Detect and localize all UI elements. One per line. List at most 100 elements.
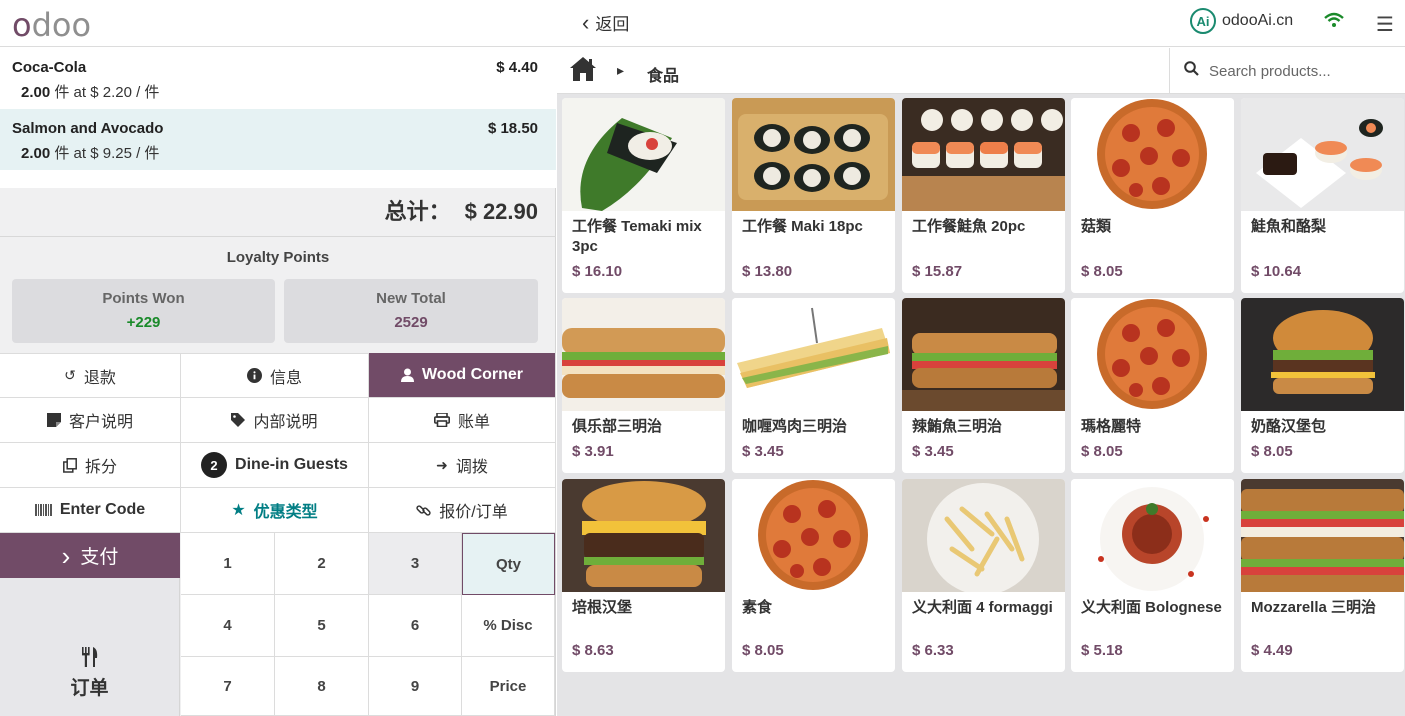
product-card[interactable]: 奶酪汉堡包 $ 8.05 (1241, 298, 1404, 473)
info-label: 信息 (269, 369, 302, 387)
search-input[interactable] (1209, 62, 1389, 80)
product-card[interactable]: 菇類 $ 8.05 (1071, 98, 1234, 293)
orders-button[interactable]: 订单 (0, 578, 180, 716)
numpad-mode-discount[interactable]: % Disc (462, 595, 555, 657)
order-total: 总计： $ 22.90 (0, 188, 556, 236)
transfer-button[interactable]: ➜ 调拨 (369, 443, 556, 488)
numpad-key-4[interactable]: 4 (181, 595, 275, 657)
product-card[interactable]: 瑪格麗特 $ 8.05 (1071, 298, 1234, 473)
product-price: $ 8.63 (572, 642, 614, 659)
info-button[interactable]: 信息 (181, 353, 369, 398)
internal-note-button[interactable]: 内部说明 (181, 398, 369, 443)
product-card[interactable]: 鮭魚和酪梨 $ 10.64 (1241, 98, 1404, 293)
split-button[interactable]: 拆分 (0, 443, 181, 488)
product-price: $ 15.87 (912, 263, 963, 280)
home-icon[interactable] (569, 56, 597, 87)
barcode-icon (34, 504, 52, 516)
orders-label: 订单 (70, 678, 109, 699)
guest-count-badge: 2 (201, 452, 228, 478)
product-card[interactable]: 咖喱鸡肉三明治 $ 3.45 (732, 298, 895, 473)
order-lines: Coca-Cola $ 4.40 2.00 件 at $ 2.20 / 件 Sa… (0, 48, 556, 188)
product-card[interactable]: 辣鮪魚三明治 $ 3.45 (902, 298, 1065, 473)
order-line[interactable]: Coca-Cola $ 4.40 2.00 件 at $ 2.20 / 件 (0, 48, 556, 109)
product-price: $ 8.05 (1081, 443, 1123, 460)
customer-note-button[interactable]: 客户说明 (0, 398, 181, 443)
product-name: 培根汉堡 (572, 599, 633, 616)
note-icon (46, 413, 61, 427)
new-total-label: New Total (376, 290, 446, 307)
numpad-key-5[interactable]: 5 (275, 595, 369, 657)
order-line-qty-value: 2.00 (21, 145, 51, 162)
new-total-box: New Total 2529 (284, 279, 538, 343)
customer-label: Wood Corner (421, 366, 524, 383)
product-image (1241, 298, 1404, 411)
product-image (732, 98, 895, 211)
product-image (562, 298, 725, 411)
product-card[interactable]: 工作餐 Maki 18pc $ 13.80 (732, 98, 895, 293)
product-name: 奶酪汉堡包 (1251, 418, 1327, 435)
customer-button[interactable]: Wood Corner (369, 353, 556, 398)
product-card[interactable]: 义大利面 Bolognese $ 5.18 (1071, 479, 1234, 672)
order-line-selected[interactable]: Salmon and Avocado $ 18.50 2.00 件 at $ 9… (0, 109, 556, 170)
product-name: 工作餐鮭魚 20pc (912, 218, 1026, 235)
numpad-key-9[interactable]: 9 (369, 657, 462, 716)
chevron-right-icon: › (61, 540, 71, 571)
product-card[interactable]: 义大利面 4 formaggi $ 6.33 (902, 479, 1065, 672)
promo-button[interactable]: ★ 优惠类型 (181, 488, 369, 533)
info-icon (246, 368, 262, 383)
product-card[interactable]: 培根汉堡 $ 8.63 (562, 479, 725, 672)
product-card[interactable]: Mozzarella 三明治 $ 4.49 (1241, 479, 1404, 672)
guests-label: Dine-in Guests (235, 456, 348, 473)
order-line-unit-text: 件 at $ 2.20 / 件 (54, 84, 160, 101)
product-price: $ 10.64 (1251, 263, 1302, 280)
numpad-key-6[interactable]: 6 (369, 595, 462, 657)
order-line-price: $ 4.40 (496, 59, 538, 76)
product-name: 瑪格麗特 (1081, 418, 1142, 435)
bill-button[interactable]: 账单 (369, 398, 556, 443)
product-price: $ 4.49 (1251, 642, 1293, 659)
product-card[interactable]: 素食 $ 8.05 (732, 479, 895, 672)
back-label: 返回 (595, 15, 630, 34)
product-image (1241, 98, 1404, 211)
quotation-label: 报价/订单 (439, 504, 508, 521)
quotation-button[interactable]: 报价/订单 (369, 488, 556, 533)
product-price: $ 5.18 (1081, 642, 1123, 659)
numpad-key-8[interactable]: 8 (275, 657, 369, 716)
back-button[interactable]: ‹ 返回 (582, 10, 629, 35)
site-brand[interactable]: Ai odooAi.cn (1190, 8, 1293, 34)
guests-button[interactable]: 2 Dine-in Guests (181, 443, 369, 488)
product-card[interactable]: 俱乐部三明治 $ 3.91 (562, 298, 725, 473)
product-image (902, 479, 1065, 592)
numpad-key-7[interactable]: 7 (181, 657, 275, 716)
points-won-box: Points Won +229 (12, 279, 275, 343)
enter-code-button[interactable]: Enter Code (0, 488, 181, 533)
points-won-value: +229 (126, 314, 161, 331)
numpad-mode-qty[interactable]: Qty (462, 533, 555, 595)
payment-button[interactable]: › 支付 (0, 533, 180, 578)
breadcrumb-separator-icon: ▸ (617, 62, 625, 78)
product-name: 义大利面 4 formaggi (912, 599, 1053, 616)
order-line-name: Salmon and Avocado (12, 120, 164, 137)
cutlery-icon (81, 647, 99, 673)
refund-button[interactable]: ↺ 退款 (0, 353, 181, 398)
odoo-logo[interactable]: odoo (12, 6, 91, 44)
promo-label: 优惠类型 (253, 504, 318, 521)
numpad-key-1[interactable]: 1 (181, 533, 275, 595)
category-breadcrumb: ▸ 食品 (557, 48, 1405, 94)
hamburger-menu-icon[interactable]: ☰ (1376, 12, 1394, 37)
product-name: 工作餐 Maki 18pc (742, 218, 863, 235)
wifi-icon (1324, 12, 1344, 33)
numpad-key-2[interactable]: 2 (275, 533, 369, 595)
product-price: $ 6.33 (912, 642, 954, 659)
product-image (732, 298, 895, 411)
user-icon (400, 368, 414, 382)
breadcrumb-category[interactable]: 食品 (647, 62, 679, 86)
payment-label: 支付 (80, 547, 119, 568)
product-name: 咖喱鸡肉三明治 (742, 418, 848, 435)
product-search[interactable] (1169, 48, 1405, 94)
product-card[interactable]: 工作餐 Temaki mix 3pc $ 16.10 (562, 98, 725, 293)
product-card[interactable]: 工作餐鮭魚 20pc $ 15.87 (902, 98, 1065, 293)
numpad-mode-price[interactable]: Price (462, 657, 555, 716)
numpad-key-3[interactable]: 3 (369, 533, 462, 595)
total-value: $ 22.90 (464, 199, 538, 224)
